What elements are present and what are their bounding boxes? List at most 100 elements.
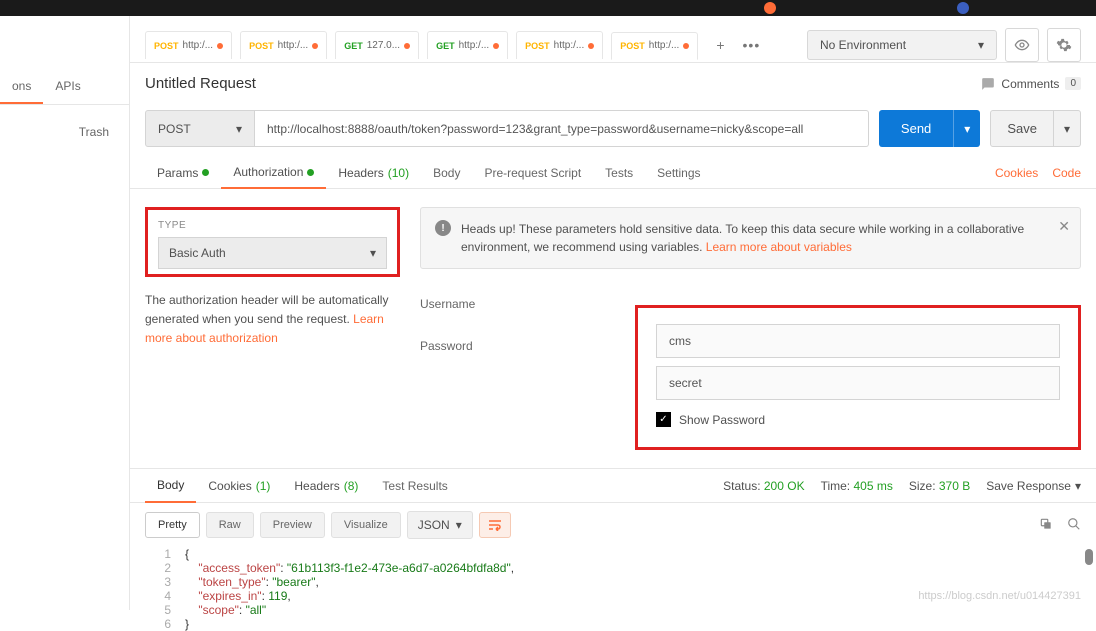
learn-variables-link[interactable]: Learn more about variables (706, 240, 852, 254)
credentials-box: ✓ Show Password (635, 305, 1081, 450)
save-button[interactable]: Save (990, 110, 1054, 147)
tab-url: http:/... (278, 40, 309, 51)
tab-authorization[interactable]: Authorization (221, 157, 326, 189)
show-password-checkbox[interactable]: ✓ (656, 412, 671, 427)
info-icon: ! (435, 220, 451, 236)
unsaved-dot-icon (588, 43, 594, 49)
tab-url: http:/... (459, 40, 490, 51)
request-tab[interactable]: POST http:/... (516, 31, 603, 59)
view-preview-button[interactable]: Preview (260, 512, 325, 538)
sidebar: ons APIs Trash (0, 16, 130, 610)
size-value: 370 B (939, 479, 970, 493)
unsaved-dot-icon (404, 43, 410, 49)
comments-count: 0 (1065, 77, 1081, 90)
unsaved-dot-icon (683, 43, 689, 49)
settings-gear-button[interactable] (1047, 28, 1081, 62)
resp-tab-headers[interactable]: Headers (8) (282, 470, 370, 502)
auth-type-select[interactable]: Basic Auth ▾ (158, 237, 387, 269)
request-tab[interactable]: POST http:/... (240, 31, 327, 59)
method-value: POST (158, 122, 191, 136)
method-badge: POST (525, 41, 550, 51)
request-tab[interactable]: GET http:/... (427, 31, 508, 59)
tab-url: 127.0... (367, 40, 400, 51)
scrollbar-thumb[interactable] (1085, 549, 1093, 565)
avatar-icon (764, 2, 776, 14)
view-raw-button[interactable]: Raw (206, 512, 254, 538)
url-input[interactable] (255, 110, 869, 147)
show-password-label: Show Password (679, 413, 765, 427)
tab-url: http:/... (554, 40, 585, 51)
tab-url: http:/... (649, 40, 680, 51)
auth-type-box: TYPE Basic Auth ▾ (145, 207, 400, 277)
environment-select[interactable]: No Environment ▾ (807, 30, 997, 60)
status-value: 200 OK (764, 479, 805, 493)
active-dot-icon (307, 169, 314, 176)
resp-tab-tests[interactable]: Test Results (370, 470, 459, 502)
response-body[interactable]: 1{ 2 "access_token": "61b113f3-f1e2-473e… (130, 547, 1096, 631)
search-button[interactable] (1067, 517, 1081, 534)
language-select[interactable]: JSON▾ (407, 511, 473, 539)
tab-headers[interactable]: Headers(10) (326, 158, 421, 188)
password-input[interactable] (656, 366, 1060, 400)
tab-body[interactable]: Body (421, 158, 472, 188)
comments-button[interactable]: Comments 0 (981, 77, 1081, 91)
view-visualize-button[interactable]: Visualize (331, 512, 401, 538)
password-label: Password (420, 339, 635, 353)
method-badge: GET (344, 41, 363, 51)
tab-url: http:/... (183, 40, 214, 51)
method-badge: GET (436, 41, 455, 51)
sidebar-tab-apis[interactable]: APIs (43, 71, 92, 104)
request-tab[interactable]: POST http:/... (611, 32, 698, 60)
request-tabs-row: POSThttp:/... POSThttp:/... GET127.0... … (130, 16, 1096, 63)
tab-settings[interactable]: Settings (645, 158, 712, 188)
environment-quicklook-button[interactable] (1005, 28, 1039, 62)
resp-tab-cookies[interactable]: Cookies (1) (196, 470, 282, 502)
username-label: Username (420, 297, 635, 311)
auth-description: The authorization header will be automat… (145, 291, 390, 349)
watermark: https://blog.csdn.net/u014427391 (918, 590, 1081, 602)
cookies-link[interactable]: Cookies (995, 166, 1038, 180)
status-icon (957, 2, 969, 14)
chevron-down-icon: ▾ (370, 246, 376, 260)
send-more-button[interactable]: ▾ (953, 110, 980, 147)
time-value: 405 ms (853, 479, 892, 493)
save-more-button[interactable]: ▾ (1054, 110, 1081, 147)
chevron-down-icon: ▾ (456, 518, 462, 532)
tab-tests[interactable]: Tests (593, 158, 645, 188)
window-titlebar (0, 0, 1096, 16)
copy-button[interactable] (1039, 517, 1053, 534)
method-select[interactable]: POST ▾ (145, 110, 255, 147)
headers-count: (10) (388, 166, 409, 180)
resp-headers-count: (8) (344, 479, 359, 493)
unsaved-dot-icon (493, 43, 499, 49)
tab-overflow-button[interactable]: ••• (735, 31, 769, 59)
auth-type-value: Basic Auth (169, 246, 226, 260)
resp-tab-body[interactable]: Body (145, 469, 196, 503)
chevron-down-icon: ▾ (236, 122, 242, 136)
request-title[interactable]: Untitled Request (145, 75, 256, 92)
wrap-lines-button[interactable] (479, 512, 511, 538)
sidebar-trash[interactable]: Trash (0, 105, 129, 139)
method-badge: POST (249, 41, 274, 51)
close-alert-button[interactable]: ✕ (1058, 218, 1070, 235)
chevron-down-icon: ▾ (1075, 479, 1081, 493)
type-label: TYPE (158, 220, 387, 231)
unsaved-dot-icon (217, 43, 223, 49)
method-badge: POST (620, 41, 645, 51)
send-button[interactable]: Send (879, 110, 953, 147)
comment-icon (981, 77, 995, 91)
new-tab-button[interactable]: + (706, 31, 734, 59)
sidebar-tab-collections[interactable]: ons (0, 71, 43, 104)
cookies-count: (1) (256, 479, 271, 493)
username-input[interactable] (656, 324, 1060, 358)
save-response-button[interactable]: Save Response ▾ (986, 479, 1081, 493)
chevron-down-icon: ▾ (978, 38, 984, 52)
method-badge: POST (154, 41, 179, 51)
request-tab[interactable]: POST http:/... (145, 31, 232, 59)
request-tab[interactable]: GET 127.0... (335, 31, 419, 59)
environment-label: No Environment (820, 38, 906, 52)
tab-params[interactable]: Params (145, 158, 221, 188)
code-link[interactable]: Code (1052, 166, 1081, 180)
view-pretty-button[interactable]: Pretty (145, 512, 200, 538)
tab-prerequest[interactable]: Pre-request Script (472, 158, 593, 188)
